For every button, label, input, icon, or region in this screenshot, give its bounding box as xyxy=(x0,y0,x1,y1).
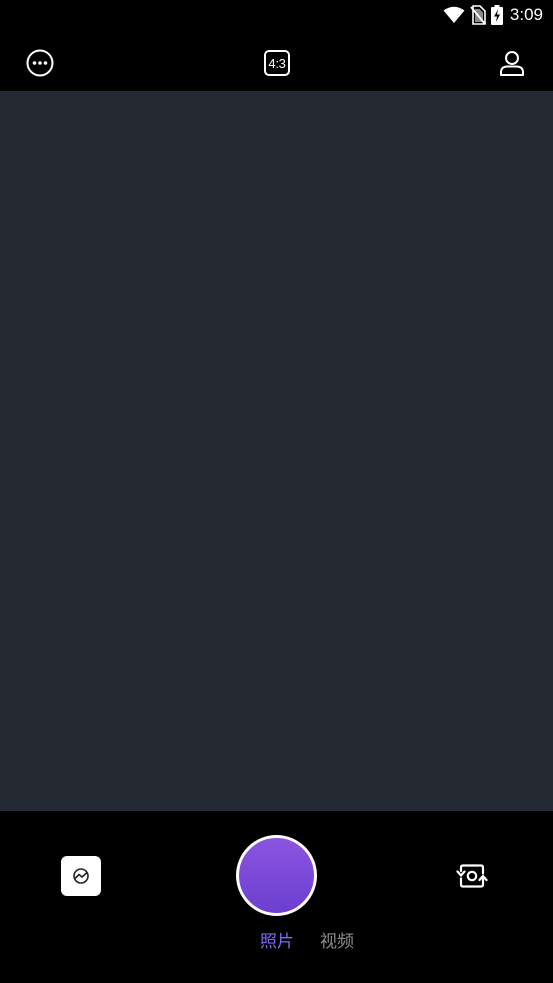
top-toolbar: 4:3 xyxy=(0,30,553,91)
status-bar: 3:09 xyxy=(0,0,553,30)
more-options-button[interactable] xyxy=(22,45,58,81)
camera-screen: 3:09 4:3 照片 视频 xyxy=(0,0,553,983)
profile-icon xyxy=(500,51,524,76)
wifi-icon xyxy=(443,6,465,23)
more-options-icon xyxy=(26,49,54,77)
profile-button[interactable] xyxy=(494,45,530,81)
aspect-ratio-button[interactable]: 4:3 xyxy=(259,45,295,81)
battery-charging-icon xyxy=(490,5,503,25)
mode-tab-photo[interactable]: 照片 xyxy=(260,929,294,955)
gallery-icon xyxy=(73,868,89,884)
camera-viewfinder[interactable] xyxy=(0,91,553,811)
status-time: 3:09 xyxy=(509,5,543,24)
aspect-ratio-label: 4:3 xyxy=(264,50,290,76)
switch-camera-icon xyxy=(456,864,488,888)
gallery-button[interactable] xyxy=(61,856,101,896)
bottom-controls: 照片 视频 xyxy=(0,811,553,983)
shutter-button[interactable] xyxy=(236,835,317,916)
switch-camera-button[interactable] xyxy=(453,858,491,894)
mode-tab-video[interactable]: 视频 xyxy=(320,929,354,955)
status-icons: 3:09 xyxy=(443,3,543,27)
capture-mode-tabs: 照片 视频 xyxy=(0,929,553,955)
no-sim-icon xyxy=(470,5,486,25)
